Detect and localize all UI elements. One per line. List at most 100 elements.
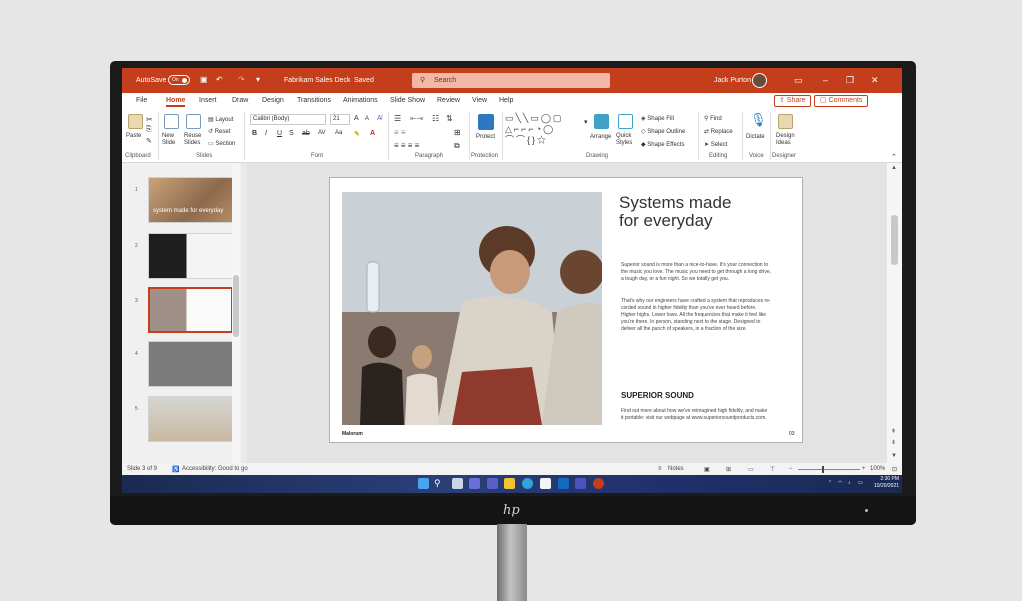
shape-fill-button[interactable]: ◈ Shape Fill (641, 115, 674, 122)
autosave-toggle[interactable]: On (168, 75, 190, 85)
widgets-icon[interactable] (469, 478, 480, 489)
slide-sorter-icon[interactable]: ⊞ (726, 466, 731, 473)
select-button[interactable]: ➤ Select (704, 141, 727, 148)
minimize-icon[interactable]: – (823, 74, 828, 86)
editor-scrollbar[interactable]: ▲ ⇞ ⇟ ▼ (887, 163, 902, 463)
quick-styles-button[interactable]: Quick Styles (616, 133, 638, 147)
accessibility-icon[interactable]: ♿ (172, 466, 179, 473)
arrange-icon[interactable] (594, 114, 609, 129)
font-color-icon[interactable]: A (370, 130, 375, 137)
reset-button[interactable]: ↺ Reset (208, 128, 230, 135)
tab-insert[interactable]: Insert (199, 97, 217, 104)
volume-icon[interactable]: ♪ (848, 480, 851, 486)
align-icons[interactable]: ≡ ≡ (394, 128, 406, 137)
slide-photo[interactable] (342, 192, 602, 425)
maximize-icon[interactable]: ❐ (846, 74, 854, 86)
justify-icons[interactable]: ≡ ≡ ≡ ≡ (394, 141, 419, 150)
slide-paragraph-3[interactable]: Find out more about how we've reimagined… (621, 408, 771, 422)
notes-button[interactable]: Notes (668, 466, 684, 472)
zoom-out-icon[interactable]: − (789, 466, 793, 472)
search-icon[interactable]: ⚲ (434, 478, 445, 489)
tab-animations[interactable]: Animations (343, 97, 378, 104)
font-size-select[interactable]: 21 (330, 114, 350, 125)
clock[interactable]: 2:30 PM 10/20/2021 (874, 476, 899, 490)
tab-home[interactable]: Home (166, 97, 186, 107)
replace-button[interactable]: ⇄ Replace (704, 128, 733, 135)
search-input[interactable]: ⚲ Search (412, 73, 610, 88)
italic-icon[interactable]: I (265, 130, 267, 137)
accessibility-status[interactable]: Accessibility: Good to go (182, 466, 248, 472)
design-ideas-button[interactable]: Design Ideas (776, 133, 800, 147)
share-button[interactable]: ⇪ Share (774, 95, 811, 107)
dictate-button[interactable]: Dictate (746, 134, 765, 140)
reuse-slides-button[interactable]: Reuse Slides (184, 133, 206, 147)
avatar[interactable] (752, 73, 767, 88)
gallery-more-icon[interactable]: ▾ (584, 118, 588, 126)
user-name[interactable]: Jack Purton (714, 77, 751, 84)
store-icon[interactable] (540, 478, 551, 489)
undo-icon[interactable]: ↶ (216, 75, 223, 85)
shape-effects-button[interactable]: ◆ Shape Effects (641, 141, 685, 148)
slide-thumbnail-4[interactable] (148, 341, 233, 387)
underline-icon[interactable]: U (277, 130, 282, 137)
design-ideas-icon[interactable] (778, 114, 793, 129)
scroll-thumb[interactable] (891, 215, 898, 265)
quick-styles-icon[interactable] (618, 114, 633, 129)
redo-icon[interactable]: ↷ (238, 75, 245, 85)
numbering-icon[interactable]: ☷ (432, 114, 439, 123)
edge-icon[interactable] (522, 478, 533, 489)
slide-thumbnail-3[interactable] (148, 287, 233, 333)
change-case-icon[interactable]: Aa (335, 130, 342, 136)
slide-thumbnail-5[interactable] (148, 396, 233, 442)
shadow-icon[interactable]: S (289, 130, 294, 137)
slideshow-icon[interactable]: ⊤ (770, 466, 775, 473)
zoom-slider-thumb[interactable] (822, 466, 824, 473)
file-explorer-icon[interactable] (504, 478, 515, 489)
collapse-ribbon-icon[interactable]: ⌃ (891, 153, 897, 161)
align-text-icon[interactable]: ⊞ (454, 128, 461, 137)
tab-slide-show[interactable]: Slide Show (390, 97, 425, 104)
font-name-select[interactable]: Calibri (Body) (250, 114, 326, 125)
slide-thumbnail-2[interactable] (148, 233, 233, 279)
previous-slide-icon[interactable]: ⇞ (891, 428, 896, 435)
slide-paragraph-1[interactable]: Superior sound is more than a nice-to-ha… (621, 262, 771, 283)
fit-to-window-icon[interactable]: ⊡ (892, 466, 897, 473)
tab-file[interactable]: File (136, 97, 147, 104)
smartart-icon[interactable]: ⧉ (454, 141, 460, 151)
outlook-icon[interactable] (558, 478, 569, 489)
slide-paragraph-2[interactable]: That's why our engineers have crafted a … (621, 298, 771, 333)
strikethrough-icon[interactable]: ab (302, 130, 310, 137)
next-slide-icon[interactable]: ⇟ (891, 439, 896, 446)
tab-help[interactable]: Help (499, 97, 513, 104)
bold-icon[interactable]: B (252, 130, 257, 137)
current-slide[interactable]: Systems made for everyday Superior sound… (329, 177, 803, 443)
tray-overflow-icon[interactable]: ⌃ (828, 480, 832, 486)
highlight-icon[interactable]: ✎ (354, 130, 360, 138)
battery-icon[interactable]: ▭ (858, 480, 863, 486)
teams-chat-icon[interactable] (487, 478, 498, 489)
slide-heading[interactable]: SUPERIOR SOUND (621, 391, 694, 400)
tab-design[interactable]: Design (262, 97, 284, 104)
slide-thumbnail-1[interactable]: system made for everyday (148, 177, 233, 223)
format-painter-icon[interactable]: ✎ (146, 137, 152, 145)
protect-button[interactable]: Protect (476, 134, 495, 140)
document-title[interactable]: Fabrikam Sales Deck (284, 77, 351, 84)
scroll-thumb[interactable] (233, 275, 239, 337)
comments-button[interactable]: ▢ Comments (814, 95, 869, 107)
character-spacing-icon[interactable]: AV (318, 130, 326, 136)
new-slide-icon[interactable] (164, 114, 179, 129)
tab-view[interactable]: View (472, 97, 487, 104)
section-button[interactable]: ▭ Section (208, 140, 235, 147)
scroll-down-icon[interactable]: ▼ (891, 453, 897, 459)
arrange-button[interactable]: Arrange (590, 134, 611, 140)
customize-toolbar-icon[interactable]: ▾ (256, 75, 260, 85)
find-button[interactable]: ⚲ Find (704, 115, 722, 122)
paste-icon[interactable] (128, 114, 143, 129)
reuse-slides-icon[interactable] (186, 114, 201, 129)
zoom-slider[interactable] (798, 469, 860, 470)
copy-icon[interactable]: ⎘ (146, 126, 152, 134)
tab-draw[interactable]: Draw (232, 97, 248, 104)
indent-icons[interactable]: ⇤⇥ (410, 114, 423, 123)
reading-view-icon[interactable]: ▭ (748, 466, 754, 473)
powerpoint-icon[interactable] (593, 478, 604, 489)
